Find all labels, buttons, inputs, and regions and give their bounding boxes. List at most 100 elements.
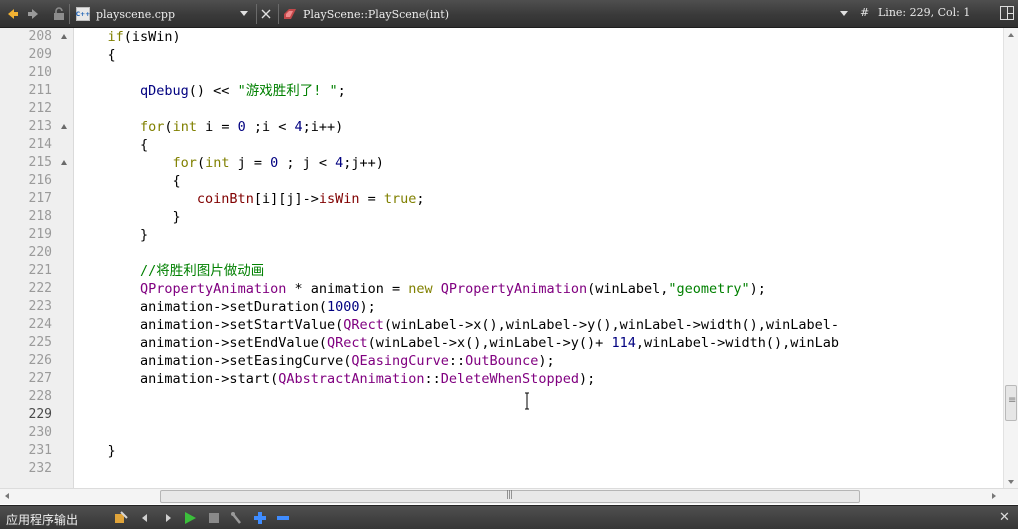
close-output-pane-icon[interactable]: ✕	[999, 510, 1010, 525]
chevron-down-icon	[840, 11, 848, 16]
forward-arrow-icon[interactable]	[26, 5, 42, 22]
code-line[interactable]: animation->start(QAbstractAnimation::Del…	[75, 370, 595, 388]
gutter-row[interactable]: 221	[0, 262, 74, 280]
gutter-row[interactable]: 222	[0, 280, 74, 298]
code-line[interactable]: }	[75, 442, 116, 460]
code-line[interactable]: {	[75, 46, 116, 64]
stop-button[interactable]	[206, 510, 222, 526]
line-number: 222	[28, 281, 52, 296]
line-column-indicator[interactable]: Line: 229, Col: 1	[878, 6, 970, 19]
close-document-button[interactable]	[258, 5, 274, 22]
vertical-scroll-thumb[interactable]	[1005, 385, 1017, 421]
gutter-row[interactable]: 225	[0, 334, 74, 352]
run-button[interactable]	[182, 510, 198, 526]
gutter-row[interactable]: 211	[0, 82, 74, 100]
gutter-row[interactable]: 232	[0, 460, 74, 478]
vertical-scrollbar[interactable]	[1003, 28, 1018, 488]
application-output-bar: 应用程序输出 ✕	[0, 505, 1018, 529]
gutter-row[interactable]: 217	[0, 190, 74, 208]
gutter-row[interactable]: 219	[0, 226, 74, 244]
code-line[interactable]: qDebug() << "游戏胜利了! ";	[75, 82, 346, 100]
line-number: 208	[28, 29, 52, 44]
line-number: 219	[28, 227, 52, 242]
gutter-row[interactable]: 227	[0, 370, 74, 388]
open-documents-combo[interactable]: C++ playscene.cpp	[73, 3, 253, 25]
line-number: 225	[28, 335, 52, 350]
fold-marker-icon[interactable]	[61, 124, 67, 129]
cpp-file-icon: C++	[76, 7, 90, 21]
bookmark-hash-label: #	[860, 6, 870, 19]
increase-font-button[interactable]	[252, 510, 268, 526]
code-line[interactable]: animation->setStartValue(QRect(winLabel-…	[75, 316, 839, 334]
clear-output-button[interactable]	[113, 510, 129, 526]
code-line[interactable]: animation->setDuration(1000);	[75, 298, 376, 316]
gutter-row[interactable]: 228	[0, 388, 74, 406]
code-line[interactable]: animation->setEasingCurve(QEasingCurve::…	[75, 352, 555, 370]
gutter-row[interactable]: 214	[0, 136, 74, 154]
line-number: 232	[28, 461, 52, 476]
line-number: 214	[28, 137, 52, 152]
line-number: 230	[28, 425, 52, 440]
gutter-row[interactable]: 210	[0, 64, 74, 82]
line-number: 215	[28, 155, 52, 170]
line-number: 210	[28, 65, 52, 80]
gutter-row[interactable]: 209	[0, 46, 74, 64]
gutter-row[interactable]: 231	[0, 442, 74, 460]
gutter-row[interactable]: 216	[0, 172, 74, 190]
gutter-row[interactable]: 212	[0, 100, 74, 118]
gutter-row[interactable]: 215	[0, 154, 74, 172]
horizontal-scroll-thumb[interactable]	[160, 490, 860, 503]
code-line[interactable]: coinBtn[i][j]->isWin = true;	[75, 190, 425, 208]
line-number: 220	[28, 245, 52, 260]
scroll-right-arrow-icon[interactable]	[992, 493, 996, 499]
line-number-gutter: 208 209 210 211 212 213 214 215 216 217 218 219 220 2…	[0, 28, 74, 488]
code-line[interactable]: animation->setEndValue(QRect(winLabel->x…	[75, 334, 839, 352]
gutter-row[interactable]: 226	[0, 352, 74, 370]
gutter-row[interactable]: 223	[0, 298, 74, 316]
scroll-left-arrow-icon[interactable]	[5, 493, 9, 499]
previous-item-button[interactable]	[137, 510, 153, 526]
code-line[interactable]: for(int i = 0 ;i < 4;i++)	[75, 118, 343, 136]
gutter-row[interactable]: 229	[0, 406, 74, 424]
scroll-down-arrow-icon[interactable]	[1008, 480, 1014, 484]
code-line[interactable]: for(int j = 0 ; j < 4;j++)	[75, 154, 384, 172]
code-line[interactable]: }	[75, 226, 148, 244]
toolbar-separator	[278, 4, 279, 24]
line-number: 223	[28, 299, 52, 314]
code-line[interactable]: QPropertyAnimation * animation = new QPr…	[75, 280, 766, 298]
code-line[interactable]: {	[75, 172, 181, 190]
code-line[interactable]: if(isWin)	[75, 28, 181, 46]
gutter-row[interactable]: 224	[0, 316, 74, 334]
horizontal-scrollbar[interactable]	[0, 488, 1018, 504]
code-text-area[interactable]: if(isWin) { qDebug() << "游戏胜利了! "; for(i…	[75, 28, 1003, 488]
line-number: 227	[28, 371, 52, 386]
decrease-font-button[interactable]	[275, 510, 291, 526]
fold-marker-icon[interactable]	[61, 34, 67, 39]
back-arrow-icon[interactable]	[4, 5, 20, 22]
line-number: 229	[28, 407, 52, 422]
gutter-row[interactable]: 218	[0, 208, 74, 226]
code-line[interactable]: //将胜利图片做动画	[75, 262, 264, 280]
close-icon	[261, 9, 271, 18]
attach-debugger-button[interactable]	[228, 510, 244, 526]
fold-marker-icon[interactable]	[61, 160, 67, 165]
gutter-row[interactable]: 213	[0, 118, 74, 136]
gutter-row[interactable]: 220	[0, 244, 74, 262]
lock-icon[interactable]	[51, 5, 67, 22]
code-line[interactable]: }	[75, 208, 181, 226]
gutter-row[interactable]: 230	[0, 424, 74, 442]
code-editor[interactable]: 208 209 210 211 212 213 214 215 216 217 218 219 220 2…	[0, 28, 1018, 488]
line-number: 217	[28, 191, 52, 206]
toolbar-separator	[69, 4, 70, 24]
next-item-button[interactable]	[160, 510, 176, 526]
line-number: 231	[28, 443, 52, 458]
line-number: 221	[28, 263, 52, 278]
gutter-row[interactable]: 208	[0, 28, 74, 46]
line-number: 212	[28, 101, 52, 116]
split-editor-icon[interactable]	[1000, 6, 1014, 20]
current-file-name: playscene.cpp	[96, 7, 175, 21]
scroll-up-arrow-icon[interactable]	[1008, 33, 1014, 37]
symbol-selector-combo[interactable]: PlayScene::PlayScene(int)	[283, 3, 853, 25]
code-line[interactable]: {	[75, 136, 148, 154]
line-number: 209	[28, 47, 52, 62]
